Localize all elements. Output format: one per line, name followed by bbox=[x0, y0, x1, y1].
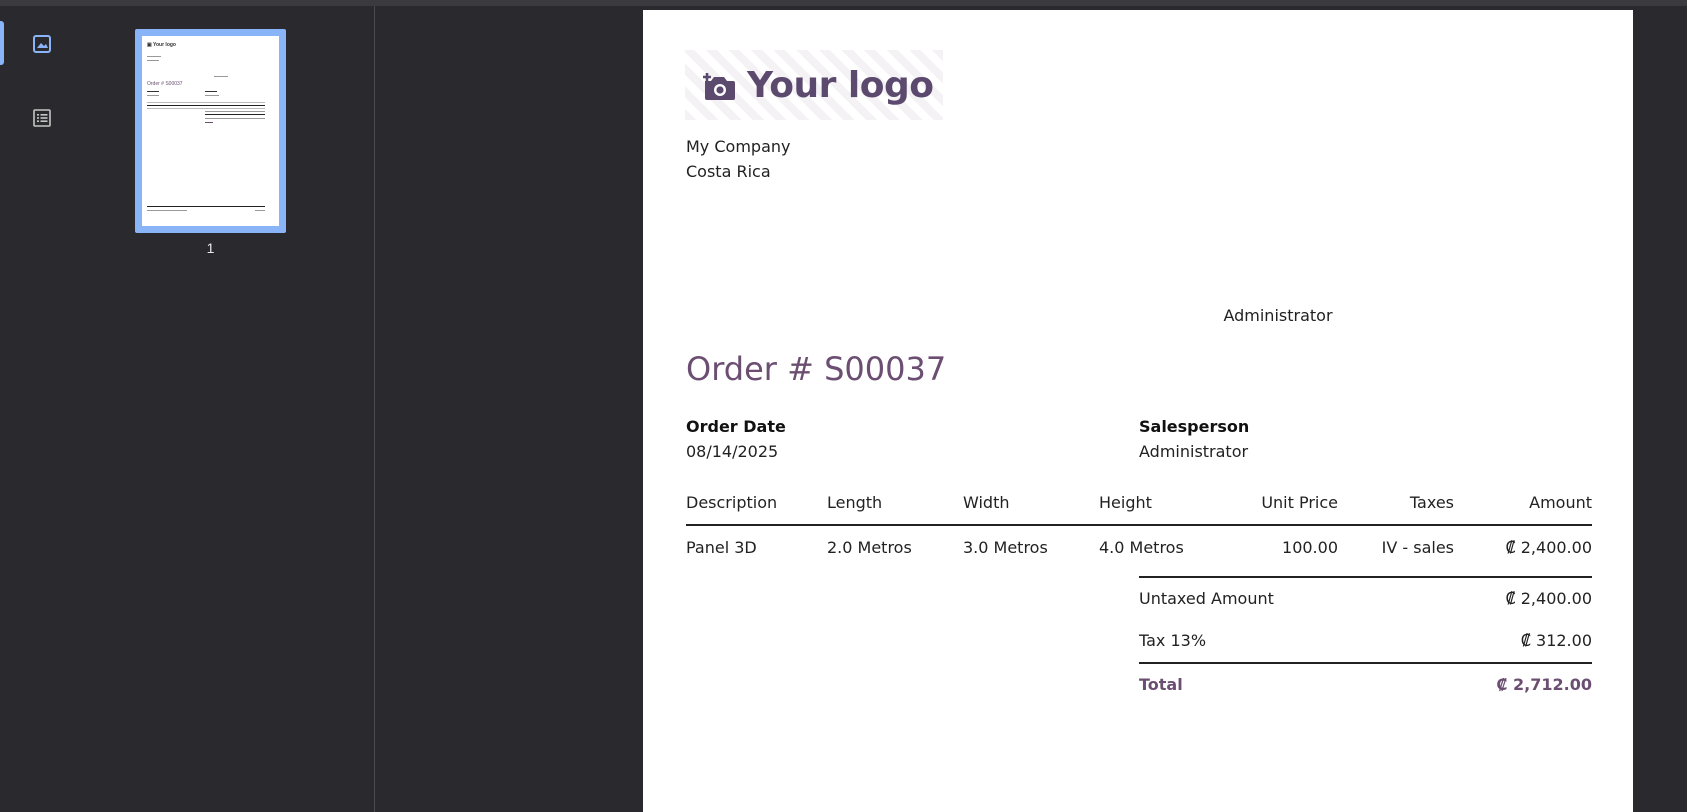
outline-view-button[interactable] bbox=[24, 100, 60, 136]
document-page: Your logo My Company Costa Rica Administ… bbox=[643, 10, 1633, 812]
thumbnail-page-number: 1 bbox=[206, 240, 215, 256]
cell-amount: ₡ 2,400.00 bbox=[1505, 538, 1592, 557]
order-lines-table: Description Length Width Height Unit Pri… bbox=[686, 492, 1592, 569]
column-header-length: Length bbox=[827, 492, 963, 526]
active-tab-marker bbox=[0, 21, 4, 65]
thumbnail-panel: ▣ Your logo Order # S00037 1 bbox=[86, 6, 375, 812]
column-header-taxes: Taxes bbox=[1338, 492, 1454, 526]
salesperson-value: Administrator bbox=[1139, 442, 1249, 461]
list-icon bbox=[33, 109, 51, 127]
untaxed-amount-label: Untaxed Amount bbox=[1139, 589, 1274, 608]
image-icon bbox=[33, 35, 51, 53]
cell-unit-price: 100.00 bbox=[1282, 538, 1338, 557]
cell-description: Panel 3D bbox=[686, 538, 757, 557]
column-header-height: Height bbox=[1099, 492, 1227, 526]
untaxed-amount-row: Untaxed Amount ₡ 2,400.00 bbox=[1139, 576, 1592, 619]
order-title: Order # S00037 bbox=[686, 350, 947, 388]
column-header-description: Description bbox=[686, 492, 827, 526]
page-thumbnail[interactable]: ▣ Your logo Order # S00037 bbox=[135, 29, 286, 233]
thumbnails-view-button[interactable] bbox=[24, 26, 60, 62]
column-header-amount: Amount bbox=[1454, 492, 1592, 526]
thumbnail-page-preview: ▣ Your logo Order # S00037 bbox=[142, 36, 279, 226]
total-row: Total ₡ 2,712.00 bbox=[1139, 662, 1592, 705]
company-country: Costa Rica bbox=[686, 162, 771, 181]
thumbnail-logo: ▣ Your logo bbox=[147, 42, 176, 48]
salesperson-block: Salesperson Administrator bbox=[1139, 414, 1249, 464]
company-logo: Your logo bbox=[685, 50, 943, 120]
salesperson-label: Salesperson bbox=[1139, 417, 1250, 436]
tax-value: ₡ 312.00 bbox=[1520, 631, 1592, 650]
totals-block: Untaxed Amount ₡ 2,400.00 Tax 13% ₡ 312.… bbox=[1139, 576, 1592, 705]
total-value: ₡ 2,712.00 bbox=[1496, 675, 1592, 694]
cell-taxes: IV - sales bbox=[1381, 538, 1454, 557]
table-header-row: Description Length Width Height Unit Pri… bbox=[686, 492, 1592, 526]
tax-row: Tax 13% ₡ 312.00 bbox=[1139, 619, 1592, 662]
order-date-block: Order Date 08/14/2025 bbox=[686, 414, 786, 464]
table-row: Panel 3D 2.0 Metros 3.0 Metros 4.0 Metro… bbox=[686, 525, 1592, 569]
cell-width: 3.0 Metros bbox=[963, 538, 1048, 557]
column-header-width: Width bbox=[963, 492, 1099, 526]
order-date-value: 08/14/2025 bbox=[686, 442, 779, 461]
sidebar-icon-bar bbox=[0, 6, 86, 812]
untaxed-amount-value: ₡ 2,400.00 bbox=[1505, 589, 1592, 608]
cell-height: 4.0 Metros bbox=[1099, 538, 1184, 557]
tax-label: Tax 13% bbox=[1139, 631, 1207, 650]
total-label: Total bbox=[1139, 675, 1183, 694]
company-name: My Company bbox=[686, 137, 791, 156]
customer-name: Administrator bbox=[1223, 306, 1333, 325]
order-date-label: Order Date bbox=[686, 417, 786, 436]
logo-text: Your logo bbox=[747, 64, 934, 106]
document-viewer[interactable]: Your logo My Company Costa Rica Administ… bbox=[376, 6, 1687, 812]
column-header-unit-price: Unit Price bbox=[1227, 492, 1338, 526]
cell-length: 2.0 Metros bbox=[827, 538, 912, 557]
camera-plus-icon bbox=[703, 73, 735, 100]
company-address: My Company Costa Rica bbox=[686, 134, 790, 184]
